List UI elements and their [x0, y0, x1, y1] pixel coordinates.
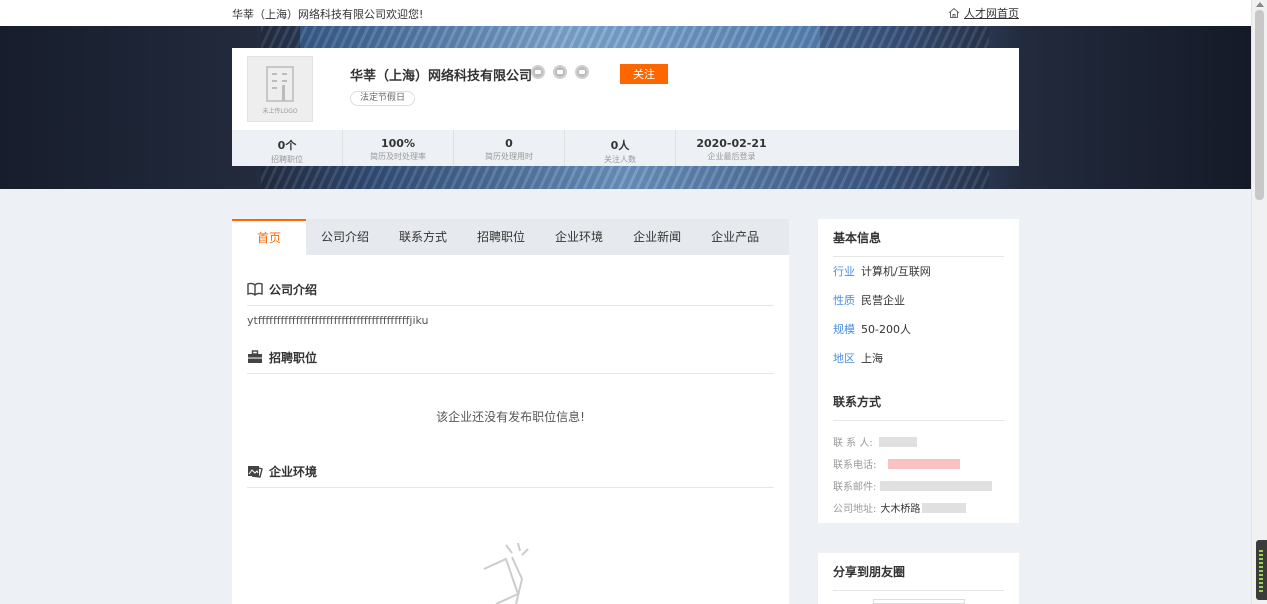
company-tabs: 首页 公司介绍 联系方式 招聘职位 企业环境 企业新闻 企业产品 [232, 219, 789, 255]
share-title: 分享到朋友圈 [833, 553, 1004, 591]
empty-placeholder-icon [483, 542, 529, 604]
contact-person-row: 联 系 人: [833, 434, 917, 449]
share-box[interactable] [873, 599, 965, 604]
signal-icon [1259, 548, 1263, 592]
follow-button[interactable]: 关注 [620, 64, 668, 84]
info-row-size: 规模 50-200人 [833, 323, 911, 336]
company-info-panel: 基本信息 行业 计算机/互联网 性质 民营企业 规模 50-200人 地区 上海 联系方… [818, 219, 1019, 523]
home-link[interactable]: 人才网首页 [948, 5, 1019, 21]
section-title: 招聘职位 [269, 350, 318, 365]
contact-email-row: 联系邮件: [833, 478, 993, 493]
info-row-industry: 行业 计算机/互联网 [833, 265, 931, 278]
contact-title: 联系方式 [833, 383, 1004, 421]
gallery-icon [248, 466, 263, 478]
company-intro-text: ytffffffffffffffffffffffffffffffffffffff… [247, 314, 429, 327]
share-panel: 分享到朋友圈 [818, 553, 1019, 604]
redacted-value [888, 458, 961, 469]
no-jobs-message: 该企业还没有发布职位信息! [436, 410, 585, 424]
phone-badge-icon [553, 65, 567, 79]
verification-badges [531, 65, 589, 79]
company-logo: 未上传LOGO [247, 56, 313, 122]
section-title: 公司介绍 [269, 282, 318, 297]
contact-address-row: 公司地址: 大木桥路 [833, 500, 967, 515]
benefit-tag: 法定节假日 [350, 91, 416, 106]
info-row-type: 性质 民营企业 [833, 294, 905, 307]
company-name: 华莘（上海）网络科技有限公司 [350, 69, 533, 84]
contact-phone-row: 联系电话: [833, 456, 961, 471]
tab-jobs[interactable]: 招聘职位 [462, 219, 540, 255]
briefcase-icon [248, 350, 262, 363]
section-title: 企业环境 [269, 464, 318, 479]
basic-info-title: 基本信息 [833, 219, 1004, 257]
scroll-up-icon[interactable] [1256, 2, 1264, 7]
tab-home[interactable]: 首页 [232, 219, 306, 255]
stat-response-rate: 100% 简历及时处理率 [343, 130, 454, 166]
company-card: 未上传LOGO 华莘（上海）网络科技有限公司 关注 法定节假日 0个 招聘职位 1… [232, 48, 1019, 166]
stat-response-time: 0 简历处理用时 [454, 130, 565, 166]
info-row-region: 地区 上海 [833, 352, 883, 365]
side-widget[interactable] [1256, 540, 1267, 600]
stat-last-login: 2020-02-21 企业最后登录 [696, 137, 767, 161]
welcome-text: 华莘（上海）网络科技有限公司欢迎您! [232, 8, 424, 21]
building-icon [266, 66, 294, 102]
stat-followers: 0人 关注人数 [565, 130, 676, 166]
redacted-value [880, 480, 993, 491]
redacted-value [878, 436, 917, 447]
section-intro-header: 公司介绍 [247, 273, 774, 306]
email-badge-icon [575, 65, 589, 79]
section-env-header: 企业环境 [247, 455, 774, 488]
stat-jobs: 0个 招聘职位 [232, 130, 343, 166]
home-icon [948, 7, 960, 18]
section-jobs-header: 招聘职位 [247, 341, 774, 374]
address-value: 大木桥路 [880, 504, 921, 515]
main-panel: 首页 公司介绍 联系方式 招聘职位 企业环境 企业新闻 企业产品 公司介绍 yt… [232, 219, 789, 604]
scrollbar-thumb[interactable] [1255, 10, 1264, 200]
tab-news[interactable]: 企业新闻 [618, 219, 696, 255]
page-scrollbar[interactable] [1251, 0, 1267, 604]
license-badge-icon [531, 65, 545, 79]
tab-intro[interactable]: 公司介绍 [306, 219, 384, 255]
redacted-value [922, 502, 967, 513]
home-link-label: 人才网首页 [964, 7, 1019, 20]
tab-products[interactable]: 企业产品 [696, 219, 774, 255]
tab-contact[interactable]: 联系方式 [384, 219, 462, 255]
tab-environment[interactable]: 企业环境 [540, 219, 618, 255]
book-icon [247, 282, 263, 296]
top-bar: 华莘（上海）网络科技有限公司欢迎您! 人才网首页 [0, 0, 1251, 26]
company-stats: 0个 招聘职位 100% 简历及时处理率 0 简历处理用时 0人 关注人数 2020-0… [232, 130, 1019, 166]
logo-placeholder-text: 未上传LOGO [262, 108, 298, 115]
